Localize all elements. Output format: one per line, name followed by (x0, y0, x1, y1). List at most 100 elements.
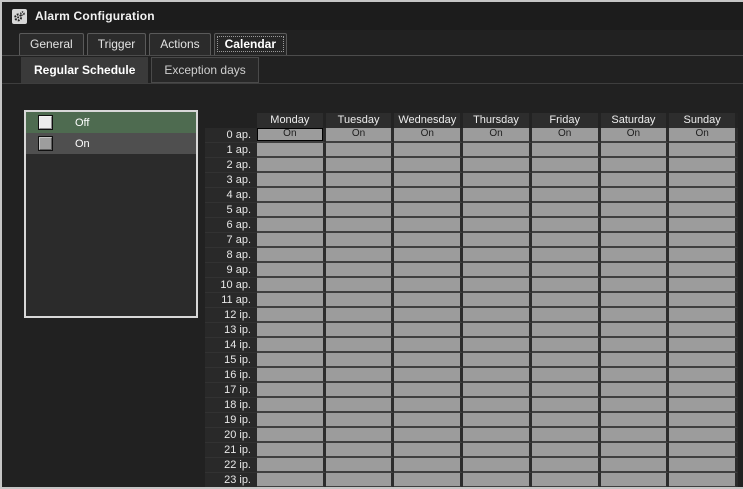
schedule-cell[interactable] (257, 203, 326, 218)
schedule-cell[interactable] (532, 428, 601, 443)
schedule-cell[interactable] (257, 473, 326, 488)
legend-item-off[interactable]: Off (26, 112, 196, 133)
schedule-cell[interactable]: On (326, 128, 395, 143)
schedule-cell[interactable] (601, 338, 670, 353)
schedule-cell[interactable] (257, 248, 326, 263)
schedule-cell[interactable] (601, 203, 670, 218)
schedule-cell[interactable] (463, 278, 532, 293)
schedule-cell[interactable] (394, 398, 463, 413)
schedule-cell[interactable] (394, 443, 463, 458)
schedule-cell[interactable] (257, 218, 326, 233)
schedule-cell[interactable] (601, 443, 670, 458)
schedule-cell[interactable] (601, 308, 670, 323)
schedule-cell[interactable] (326, 308, 395, 323)
schedule-cell[interactable] (532, 188, 601, 203)
schedule-cell[interactable] (601, 263, 670, 278)
schedule-cell[interactable] (532, 443, 601, 458)
schedule-cell[interactable] (257, 413, 326, 428)
schedule-cell[interactable] (532, 233, 601, 248)
schedule-cell[interactable] (394, 353, 463, 368)
schedule-cell[interactable] (669, 308, 738, 323)
legend-item-on[interactable]: On (26, 133, 196, 154)
schedule-cell[interactable] (257, 368, 326, 383)
schedule-cell[interactable] (532, 248, 601, 263)
schedule-cell[interactable]: On (601, 128, 670, 143)
schedule-cell[interactable] (394, 308, 463, 323)
schedule-cell[interactable] (326, 368, 395, 383)
schedule-cell[interactable]: On (257, 128, 326, 143)
schedule-cell[interactable] (394, 173, 463, 188)
schedule-cell[interactable] (326, 188, 395, 203)
schedule-cell[interactable] (257, 293, 326, 308)
schedule-cell[interactable] (669, 383, 738, 398)
schedule-cell[interactable] (669, 248, 738, 263)
schedule-cell[interactable] (669, 368, 738, 383)
schedule-cell[interactable]: On (669, 128, 738, 143)
schedule-cell[interactable] (532, 278, 601, 293)
schedule-cell[interactable] (394, 158, 463, 173)
schedule-cell[interactable] (532, 293, 601, 308)
schedule-cell[interactable] (326, 203, 395, 218)
schedule-cell[interactable] (394, 233, 463, 248)
schedule-cell[interactable] (601, 473, 670, 488)
schedule-cell[interactable] (394, 248, 463, 263)
schedule-cell[interactable] (601, 323, 670, 338)
schedule-cell[interactable] (601, 428, 670, 443)
schedule-cell[interactable] (326, 413, 395, 428)
schedule-cell[interactable] (669, 218, 738, 233)
schedule-cell[interactable] (463, 233, 532, 248)
schedule-cell[interactable] (601, 158, 670, 173)
schedule-cell[interactable] (669, 458, 738, 473)
schedule-cell[interactable] (669, 143, 738, 158)
subtab-regular-schedule[interactable]: Regular Schedule (21, 57, 148, 83)
schedule-cell[interactable] (394, 368, 463, 383)
schedule-cell[interactable] (326, 323, 395, 338)
schedule-cell[interactable] (601, 218, 670, 233)
schedule-cell[interactable] (257, 338, 326, 353)
schedule-cell[interactable] (326, 428, 395, 443)
schedule-cell[interactable] (394, 293, 463, 308)
schedule-cell[interactable] (394, 188, 463, 203)
schedule-cell[interactable] (669, 278, 738, 293)
schedule-cell[interactable] (532, 368, 601, 383)
schedule-cell[interactable] (601, 233, 670, 248)
schedule-cell[interactable] (669, 398, 738, 413)
schedule-cell[interactable] (463, 308, 532, 323)
schedule-cell[interactable] (669, 353, 738, 368)
schedule-cell[interactable] (669, 443, 738, 458)
tab-actions[interactable]: Actions (149, 33, 210, 55)
schedule-cell[interactable] (394, 203, 463, 218)
schedule-cell[interactable] (326, 458, 395, 473)
schedule-cell[interactable] (601, 368, 670, 383)
schedule-cell[interactable] (463, 338, 532, 353)
schedule-cell[interactable] (394, 323, 463, 338)
schedule-cell[interactable] (257, 383, 326, 398)
schedule-cell[interactable] (257, 173, 326, 188)
schedule-cell[interactable] (463, 443, 532, 458)
schedule-cell[interactable] (257, 143, 326, 158)
schedule-cell[interactable] (463, 203, 532, 218)
schedule-cell[interactable] (394, 383, 463, 398)
schedule-cell[interactable] (463, 158, 532, 173)
schedule-cell[interactable] (532, 353, 601, 368)
schedule-cell[interactable] (601, 458, 670, 473)
schedule-cell[interactable] (532, 203, 601, 218)
schedule-cell[interactable] (532, 308, 601, 323)
schedule-cell[interactable] (601, 413, 670, 428)
schedule-cell[interactable] (326, 158, 395, 173)
schedule-cell[interactable] (326, 248, 395, 263)
schedule-cell[interactable] (257, 158, 326, 173)
schedule-cell[interactable] (326, 293, 395, 308)
schedule-cell[interactable] (532, 413, 601, 428)
schedule-cell[interactable] (532, 383, 601, 398)
schedule-cell[interactable] (257, 458, 326, 473)
schedule-cell[interactable] (394, 473, 463, 488)
schedule-cell[interactable] (257, 428, 326, 443)
schedule-cell[interactable] (669, 293, 738, 308)
schedule-cell[interactable] (326, 398, 395, 413)
schedule-cell[interactable] (463, 263, 532, 278)
schedule-cell[interactable] (601, 293, 670, 308)
schedule-cell[interactable] (463, 353, 532, 368)
schedule-cell[interactable] (532, 158, 601, 173)
schedule-cell[interactable] (257, 398, 326, 413)
